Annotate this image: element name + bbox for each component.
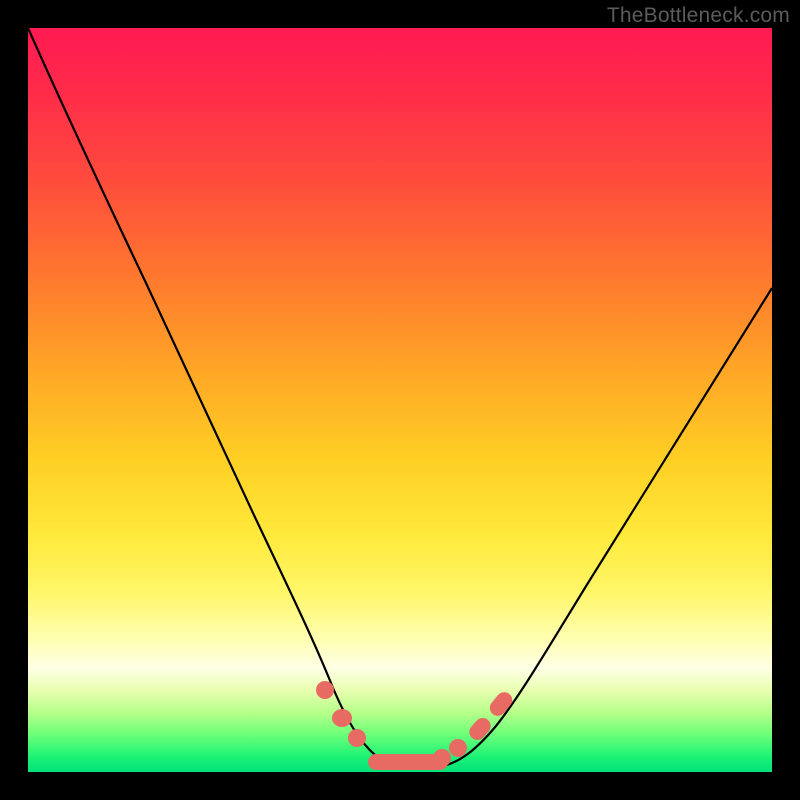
bottleneck-curve-path <box>28 28 772 768</box>
marker-point <box>348 729 366 747</box>
marker-point <box>316 681 334 699</box>
marker-capsule <box>466 715 494 744</box>
chart-outer-frame: TheBottleneck.com <box>0 0 800 800</box>
chart-plot-area <box>28 28 772 772</box>
highlight-markers <box>316 681 515 770</box>
marker-point <box>449 739 467 757</box>
marker-point <box>433 749 451 767</box>
bottleneck-curve-svg <box>28 28 772 772</box>
marker-point <box>332 709 352 727</box>
marker-capsule <box>487 689 516 719</box>
watermark-text: TheBottleneck.com <box>607 4 790 28</box>
